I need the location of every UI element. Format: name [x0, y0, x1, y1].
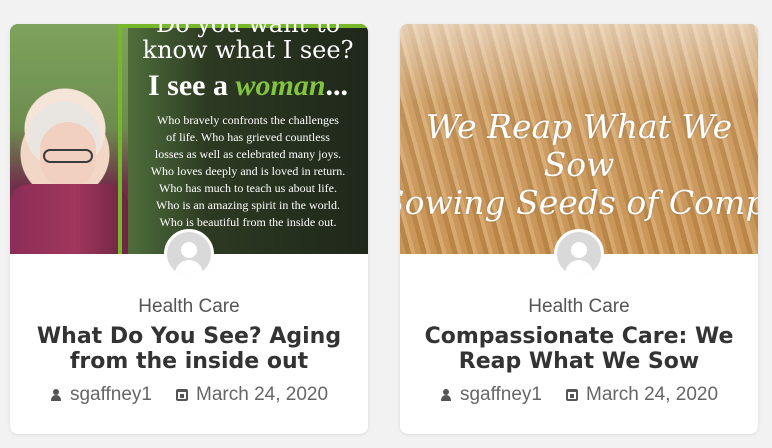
- image-body-line: Who bravely confronts the challenges: [157, 113, 339, 127]
- user-icon: [50, 389, 62, 401]
- image-headline: I see a woman...: [130, 64, 366, 108]
- date-meta[interactable]: March 24, 2020: [566, 384, 718, 406]
- post-category[interactable]: Health Care: [10, 296, 368, 318]
- image-line2: Sowing Seeds of Compassion: [400, 183, 758, 222]
- woman-jacket: [10, 184, 128, 254]
- post-meta: sgaffney1 March 24, 2020: [10, 384, 368, 406]
- date-meta[interactable]: March 24, 2020: [176, 384, 328, 406]
- avatar-head: [181, 242, 197, 258]
- post-card[interactable]: Do you want to know what I see? I see a …: [10, 24, 368, 434]
- featured-image: We Reap What We Sow Sowing Seeds of Comp…: [400, 24, 758, 254]
- post-card[interactable]: We Reap What We Sow Sowing Seeds of Comp…: [400, 24, 758, 434]
- calendar-icon: [566, 389, 579, 401]
- post-author[interactable]: sgaffney1: [70, 384, 152, 406]
- avatar-head: [571, 242, 587, 258]
- post-title[interactable]: What Do You See? Aging from the inside o…: [32, 324, 346, 374]
- author-meta[interactable]: sgaffney1: [440, 384, 542, 406]
- image-body-line: of life. Who has grieved countless: [166, 130, 330, 144]
- image-headline-tail: ...: [325, 69, 349, 102]
- image-headline-lead: I see a: [147, 69, 236, 102]
- image-body: Who bravely confronts the challenges of …: [130, 112, 366, 231]
- image-headline-green: woman: [235, 69, 326, 102]
- image-caption: We Reap What We Sow Sowing Seeds of Comp…: [400, 108, 758, 222]
- author-avatar[interactable]: [554, 229, 604, 279]
- image-line1: We Reap What We Sow: [425, 107, 733, 184]
- post-date[interactable]: March 24, 2020: [196, 384, 328, 406]
- featured-image: Do you want to know what I see? I see a …: [10, 24, 368, 254]
- author-avatar[interactable]: [164, 229, 214, 279]
- post-date[interactable]: March 24, 2020: [586, 384, 718, 406]
- image-caption: Do you want to know what I see? I see a …: [130, 24, 366, 231]
- image-body-line: Who loves deeply and is loved in return.: [150, 164, 346, 178]
- woman-photo: [10, 24, 128, 254]
- post-author[interactable]: sgaffney1: [460, 384, 542, 406]
- post-thumbnail[interactable]: Do you want to know what I see? I see a …: [10, 24, 368, 254]
- post-meta: sgaffney1 March 24, 2020: [400, 384, 758, 406]
- author-meta[interactable]: sgaffney1: [50, 384, 152, 406]
- avatar-body: [175, 260, 203, 276]
- avatar-body: [565, 260, 593, 276]
- post-thumbnail[interactable]: We Reap What We Sow Sowing Seeds of Comp…: [400, 24, 758, 254]
- image-line1: know what I see?: [142, 36, 354, 64]
- glasses-icon: [43, 149, 93, 163]
- image-body-line: Who has much to teach us about life.: [159, 181, 337, 195]
- user-icon: [440, 389, 452, 401]
- calendar-icon: [176, 389, 189, 401]
- post-category[interactable]: Health Care: [400, 296, 758, 318]
- post-title[interactable]: Compassionate Care: We Reap What We Sow: [422, 324, 736, 374]
- image-body-line: losses as well as celebrated many joys.: [154, 147, 342, 161]
- image-body-line: Who is beautiful from the inside out.: [159, 215, 337, 229]
- image-body-line: Who is an amazing spirit in the world.: [156, 198, 340, 212]
- image-line0: Do you want to: [155, 24, 341, 38]
